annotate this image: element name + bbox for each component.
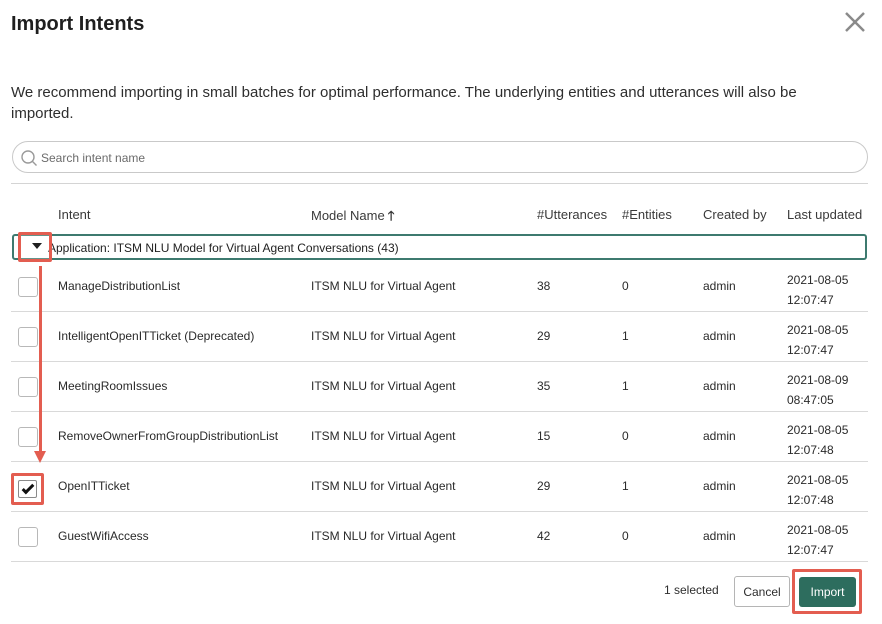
row-checkbox-checked[interactable] bbox=[11, 473, 44, 505]
entity-count: 1 bbox=[622, 379, 629, 393]
utterance-count: 15 bbox=[537, 429, 551, 443]
row-checkbox[interactable] bbox=[18, 527, 38, 547]
last-updated-date: 2021-08-05 bbox=[787, 473, 849, 487]
model-name: ITSM NLU for Virtual Agent bbox=[311, 429, 456, 443]
last-updated: 2021-08-05 12:07:47 bbox=[787, 520, 848, 560]
intent-name: GuestWifiAccess bbox=[58, 529, 149, 543]
intent-name: RemoveOwnerFromGroupDistributionList bbox=[58, 429, 279, 443]
entity-count: 0 bbox=[622, 429, 629, 443]
entity-count: 1 bbox=[622, 479, 629, 493]
entity-count: 1 bbox=[622, 329, 629, 343]
created-by: admin bbox=[703, 329, 736, 343]
created-by: admin bbox=[703, 429, 736, 443]
last-updated-date: 2021-08-09 bbox=[787, 373, 849, 387]
annotation-arrow-head bbox=[34, 451, 46, 463]
last-updated-date: 2021-08-05 bbox=[787, 273, 849, 287]
last-updated: 2021-08-05 12:07:48 bbox=[787, 470, 848, 510]
annotation-arrow bbox=[39, 266, 42, 454]
row-checkbox[interactable] bbox=[18, 277, 38, 297]
close-icon bbox=[845, 12, 865, 32]
table-row: MeetingRoomIssues ITSM NLU for Virtual A… bbox=[11, 362, 868, 412]
created-by: admin bbox=[703, 379, 736, 393]
column-header-model-name[interactable]: Model Name 🡑 bbox=[311, 207, 394, 229]
last-updated: 2021-08-09 08:47:05 bbox=[787, 370, 848, 410]
model-name: ITSM NLU for Virtual Agent bbox=[311, 529, 456, 543]
import-button-highlight: Import bbox=[792, 569, 862, 614]
table-row: GuestWifiAccess ITSM NLU for Virtual Age… bbox=[11, 512, 868, 562]
column-header-last-updated[interactable]: Last updated bbox=[787, 207, 862, 222]
intent-name: OpenITTicket bbox=[58, 479, 130, 493]
checkmark-icon bbox=[21, 481, 35, 495]
model-name: ITSM NLU for Virtual Agent bbox=[311, 329, 456, 343]
import-button[interactable]: Import bbox=[799, 577, 856, 607]
divider bbox=[11, 183, 868, 184]
entity-count: 0 bbox=[622, 279, 629, 293]
last-updated-time: 12:07:47 bbox=[787, 543, 834, 557]
intent-name: MeetingRoomIssues bbox=[58, 379, 168, 393]
column-header-model-name-label: Model Name bbox=[311, 208, 385, 223]
column-header-entities[interactable]: #Entities bbox=[622, 207, 672, 222]
utterance-count: 29 bbox=[537, 329, 551, 343]
model-name: ITSM NLU for Virtual Agent bbox=[311, 479, 456, 493]
last-updated-time: 08:47:05 bbox=[787, 393, 834, 407]
search-input[interactable] bbox=[41, 147, 841, 169]
checkbox-box bbox=[18, 480, 37, 498]
column-header-utterances[interactable]: #Utterances bbox=[537, 207, 607, 222]
utterance-count: 35 bbox=[537, 379, 551, 393]
last-updated-time: 12:07:47 bbox=[787, 343, 834, 357]
dialog-title: Import Intents bbox=[11, 13, 145, 35]
last-updated-date: 2021-08-05 bbox=[787, 423, 849, 437]
close-button[interactable] bbox=[842, 9, 868, 35]
caret-down-icon bbox=[32, 243, 42, 249]
row-checkbox[interactable] bbox=[18, 377, 38, 397]
last-updated-date: 2021-08-05 bbox=[787, 523, 849, 537]
search-box bbox=[12, 141, 868, 173]
created-by: admin bbox=[703, 479, 736, 493]
column-header-created-by[interactable]: Created by bbox=[703, 207, 767, 222]
last-updated: 2021-08-05 12:07:48 bbox=[787, 420, 848, 460]
last-updated-time: 12:07:48 bbox=[787, 493, 834, 507]
utterance-count: 38 bbox=[537, 279, 551, 293]
dialog-description: We recommend importing in small batches … bbox=[11, 84, 797, 122]
created-by: admin bbox=[703, 279, 736, 293]
intent-name: IntelligentOpenITTicket (Deprecated) bbox=[58, 329, 255, 343]
cancel-button[interactable]: Cancel bbox=[734, 576, 790, 607]
row-checkbox[interactable] bbox=[18, 327, 38, 347]
created-by: admin bbox=[703, 529, 736, 543]
table-row: OpenITTicket ITSM NLU for Virtual Agent … bbox=[11, 462, 868, 512]
selected-count: 1 selected bbox=[664, 583, 719, 597]
row-checkbox[interactable] bbox=[18, 427, 38, 447]
group-label: Application: ITSM NLU Model for Virtual … bbox=[48, 241, 399, 255]
utterance-count: 42 bbox=[537, 529, 551, 543]
table-row: IntelligentOpenITTicket (Deprecated) ITS… bbox=[11, 312, 868, 362]
table-row: ManageDistributionList ITSM NLU for Virt… bbox=[11, 262, 868, 312]
last-updated-time: 12:07:48 bbox=[787, 443, 834, 457]
sort-ascending-icon: 🡑 bbox=[387, 208, 395, 223]
column-header-intent[interactable]: Intent bbox=[58, 207, 91, 222]
group-row[interactable]: Application: ITSM NLU Model for Virtual … bbox=[12, 234, 867, 260]
search-icon bbox=[21, 150, 37, 166]
table-row: RemoveOwnerFromGroupDistributionList ITS… bbox=[11, 412, 868, 462]
intent-name: ManageDistributionList bbox=[58, 279, 181, 293]
group-expand-toggle[interactable] bbox=[18, 232, 52, 262]
entity-count: 0 bbox=[622, 529, 629, 543]
model-name: ITSM NLU for Virtual Agent bbox=[311, 379, 456, 393]
model-name: ITSM NLU for Virtual Agent bbox=[311, 279, 456, 293]
last-updated: 2021-08-05 12:07:47 bbox=[787, 270, 848, 310]
utterance-count: 29 bbox=[537, 479, 551, 493]
last-updated-time: 12:07:47 bbox=[787, 293, 834, 307]
last-updated: 2021-08-05 12:07:47 bbox=[787, 320, 848, 360]
last-updated-date: 2021-08-05 bbox=[787, 323, 849, 337]
